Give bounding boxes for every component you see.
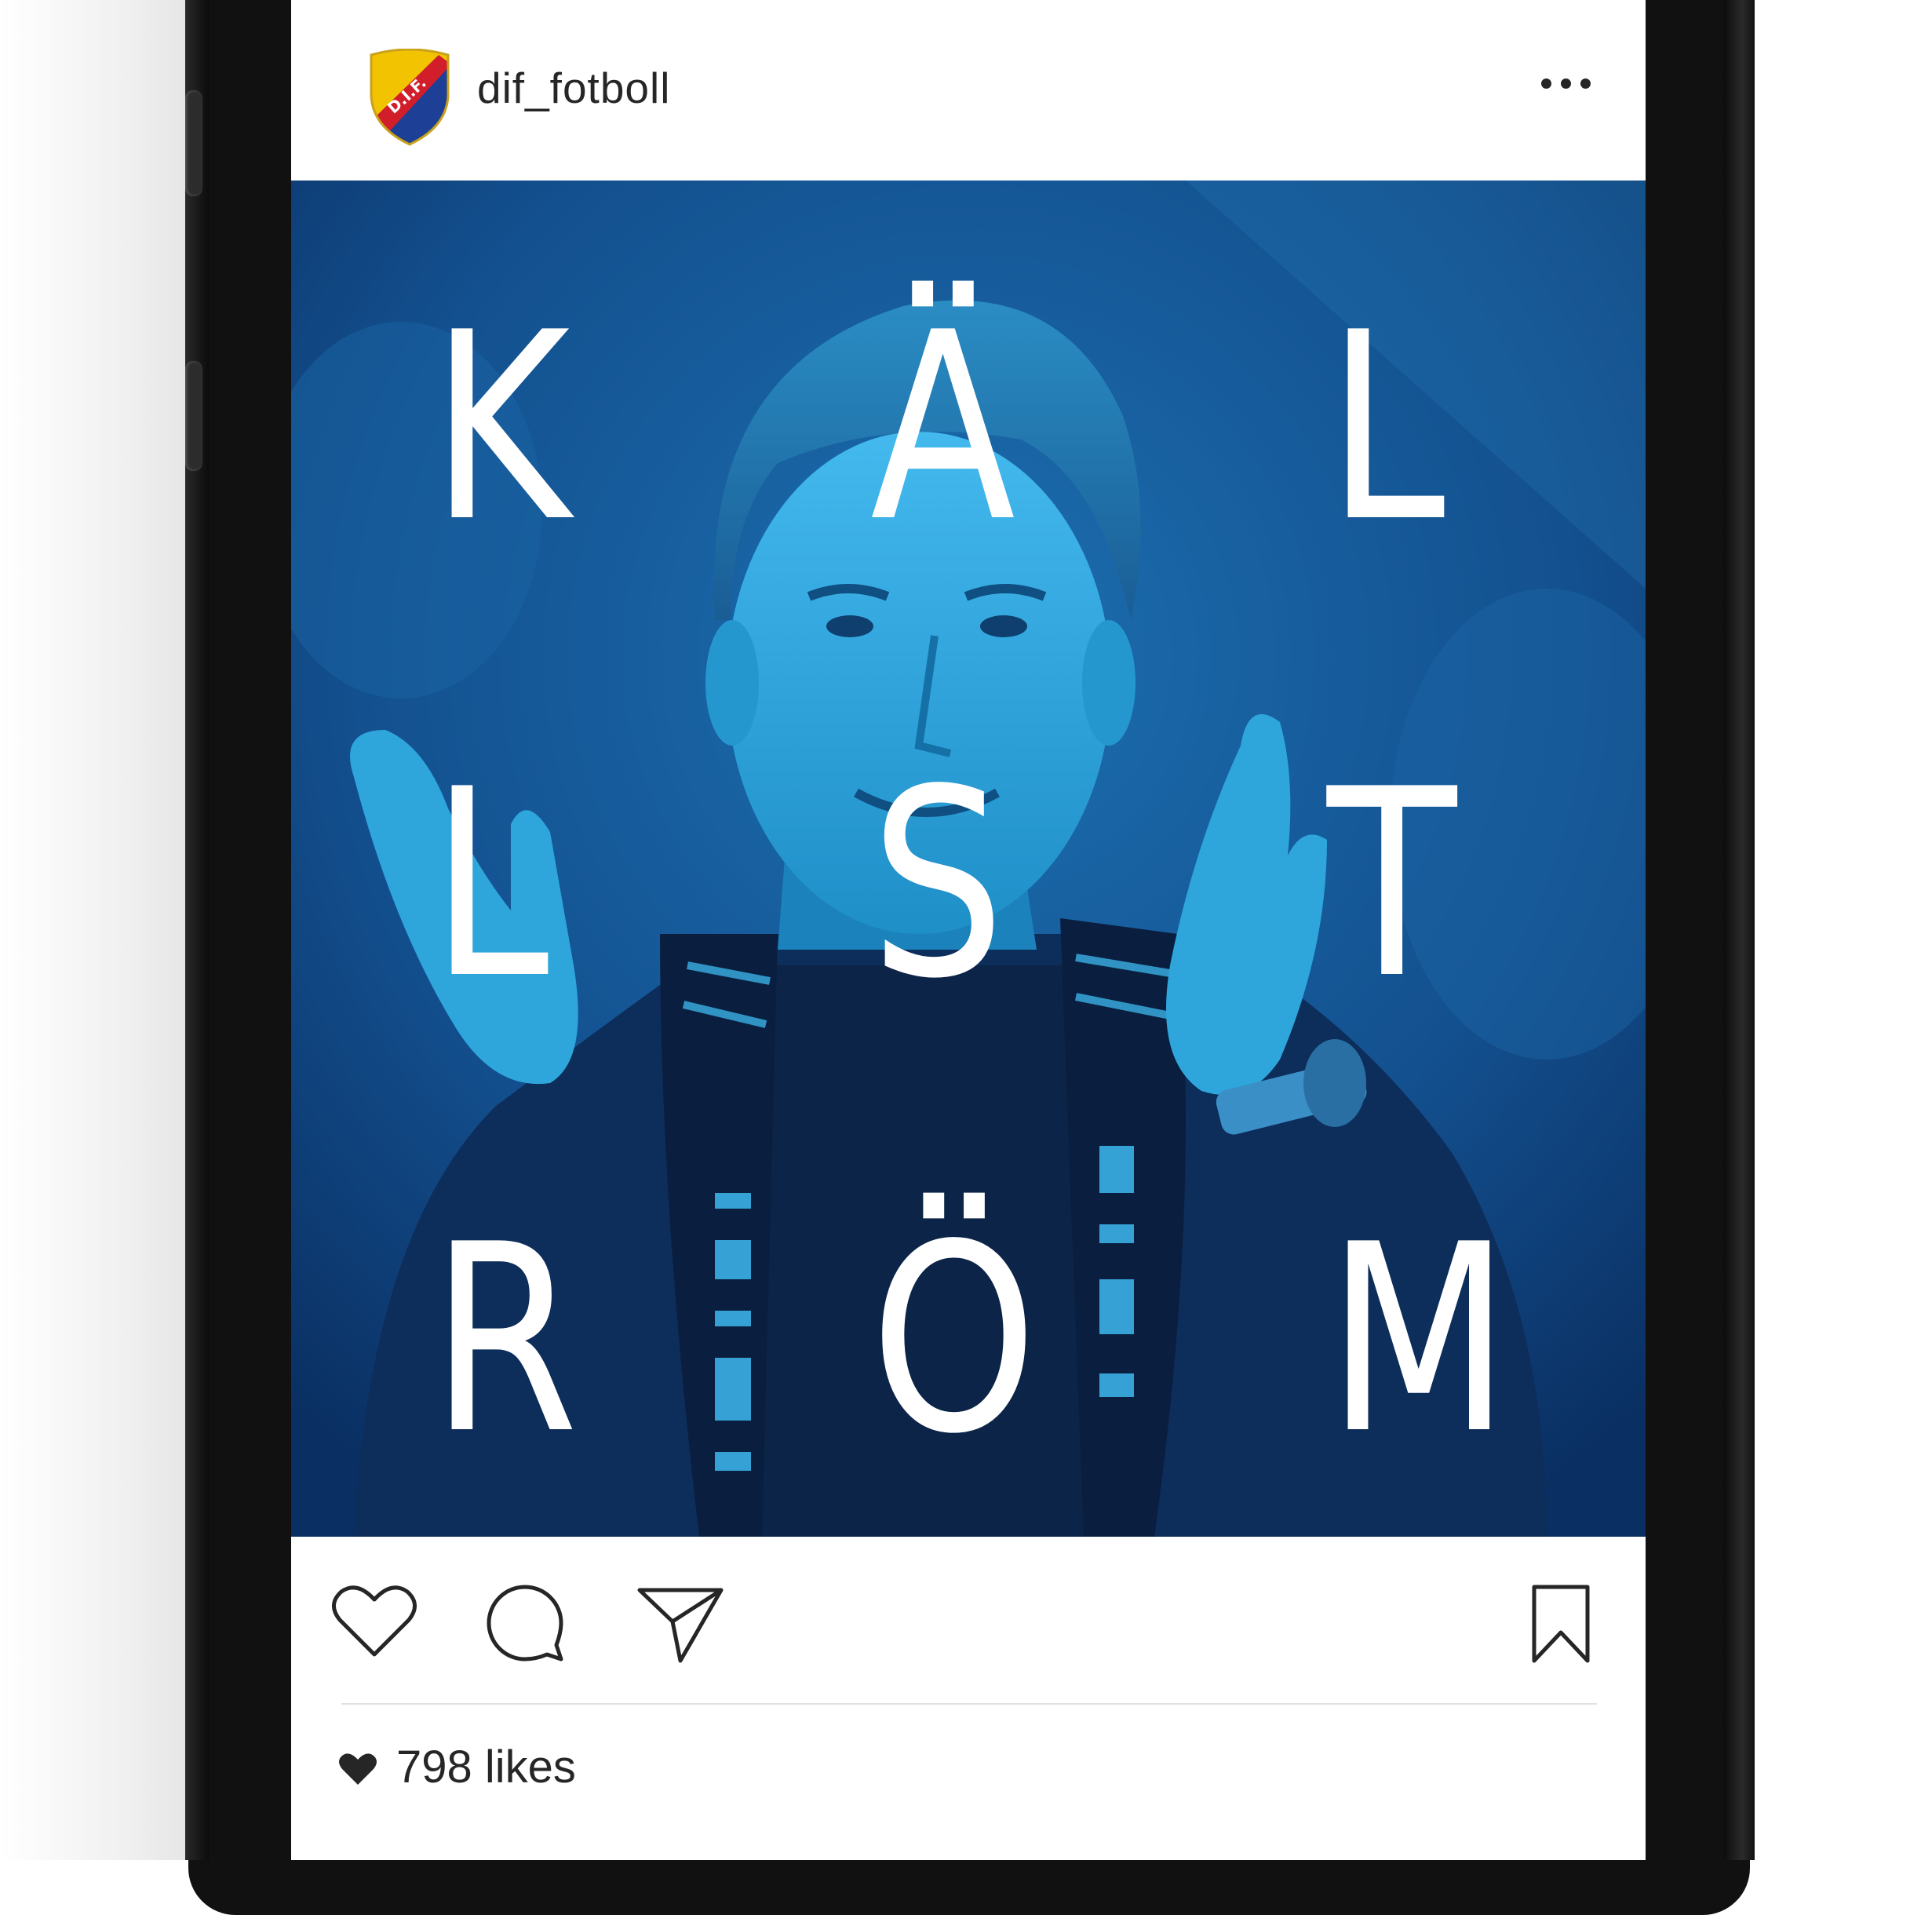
volume-down-button xyxy=(185,361,202,471)
divider xyxy=(341,1703,1597,1705)
headline-letter: R xyxy=(431,1189,579,1490)
more-options-icon[interactable] xyxy=(1541,74,1591,96)
headline-letter: S xyxy=(870,734,1005,1035)
paper-plane-icon[interactable] xyxy=(636,1585,724,1664)
post-header: D.I.F. dif_fotboll xyxy=(291,0,1646,179)
phone-left-edge xyxy=(185,0,209,1860)
comment-icon[interactable] xyxy=(486,1584,564,1662)
phone-right-edge xyxy=(1723,0,1755,1860)
headline-letter: K xyxy=(431,277,570,578)
heart-outline-icon[interactable] xyxy=(330,1584,418,1659)
post-photo[interactable]: K Ä L L S T R Ö M xyxy=(291,181,1646,1537)
heart-filled-icon xyxy=(339,1753,377,1785)
username-link[interactable]: dif_fotboll xyxy=(477,63,670,113)
headline-letter: Ä xyxy=(870,277,1016,578)
headline-letter: Ö xyxy=(870,1189,1037,1490)
headline-letter: T xyxy=(1327,734,1457,1035)
likes-text: 798 likes xyxy=(396,1742,576,1793)
headline-letter: L xyxy=(431,734,549,1035)
volume-up-button xyxy=(185,90,202,196)
bookmark-icon[interactable] xyxy=(1529,1584,1592,1665)
post-actions-bar xyxy=(291,1537,1646,1694)
djurgarden-crest-icon[interactable]: D.I.F. xyxy=(368,49,451,146)
headline-letter: L xyxy=(1327,277,1445,578)
instagram-post-screen: D.I.F. dif_fotboll K Ä L L S T R Ö M 798… xyxy=(291,0,1646,1860)
headline-letter: M xyxy=(1327,1189,1511,1490)
